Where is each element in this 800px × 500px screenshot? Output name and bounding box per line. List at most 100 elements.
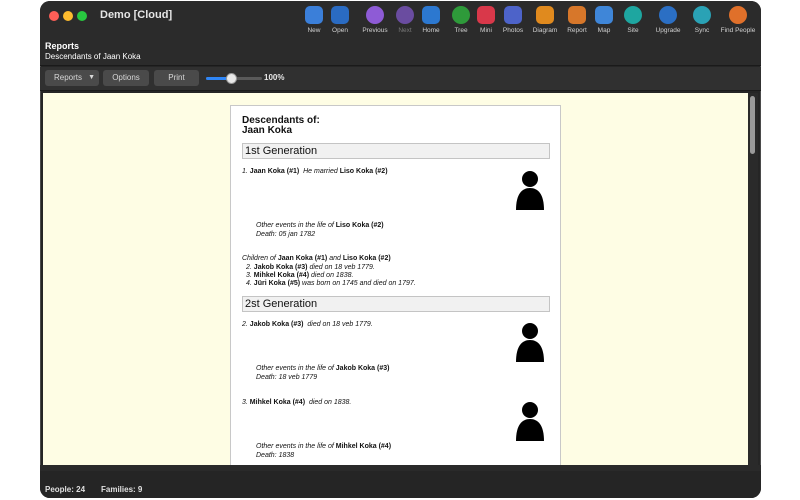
toolbar-upgrade-button[interactable]: Upgrade bbox=[650, 6, 686, 40]
person-link[interactable]: Jakob Koka (#3) bbox=[336, 365, 390, 372]
generation-header-1: 1st Generation bbox=[242, 143, 550, 159]
person-silhouette-icon bbox=[516, 323, 544, 362]
children-prefix: Children of bbox=[242, 255, 276, 262]
new-document-icon bbox=[305, 6, 323, 24]
report-view: Descendants of: Jaan Koka 1st Generation… bbox=[43, 93, 748, 465]
toolbar-upgrade-label: Upgrade bbox=[655, 27, 681, 34]
toolbar-diagram-button[interactable]: Diagram bbox=[527, 6, 563, 40]
print-button[interactable]: Print bbox=[154, 70, 199, 86]
person-link[interactable]: Mihkel Koka (#4) bbox=[250, 399, 305, 406]
child-text: died on 1838. bbox=[311, 272, 354, 279]
person-link[interactable]: Jaan Koka (#1) bbox=[250, 168, 299, 175]
generation-header-2: 2st Generation bbox=[242, 296, 550, 312]
vertical-scrollbar[interactable] bbox=[748, 93, 758, 465]
entry-text: died on 18 veb 1779. bbox=[307, 321, 373, 328]
breadcrumb-report-name: Descendants of Jaan Koka bbox=[45, 52, 141, 61]
toolbar-open-label: Open bbox=[332, 27, 348, 34]
person-link[interactable]: Jakob Koka (#3) bbox=[250, 321, 304, 328]
next-icon bbox=[396, 6, 414, 24]
diagram-icon bbox=[536, 6, 554, 24]
child-text: died on 18 veb 1779. bbox=[309, 264, 375, 271]
sync-icon bbox=[693, 6, 711, 24]
toolbar-find-people-label: Find People bbox=[720, 27, 756, 34]
folder-icon bbox=[331, 6, 349, 24]
person-link[interactable]: Liso Koka (#2) bbox=[343, 255, 391, 262]
reports-dropdown[interactable]: Reports ▼ bbox=[45, 70, 99, 86]
reports-dropdown-label: Reports bbox=[54, 73, 83, 82]
toolbar-photos-label: Photos bbox=[502, 27, 524, 34]
entry-text: died on 1838. bbox=[308, 399, 352, 406]
options-button[interactable]: Options bbox=[103, 70, 149, 86]
toolbar-site-button[interactable]: Site bbox=[615, 6, 651, 40]
child-number: 3. bbox=[246, 272, 252, 279]
person-link[interactable]: Jüri Koka (#5) bbox=[254, 280, 300, 287]
child-text: was born on 1745 and died on 1797. bbox=[302, 280, 416, 287]
find-people-icon bbox=[729, 6, 747, 24]
child-line: 3. Mihkel Koka (#4) died on 1838. bbox=[246, 272, 353, 279]
photos-icon bbox=[504, 6, 522, 24]
app-window: Demo [Cloud] Reports Descendants of Jaan… bbox=[40, 1, 761, 498]
entry-jakob-koka: 2. Jakob Koka (#3) died on 18 veb 1779. bbox=[242, 321, 373, 328]
children-and: and bbox=[329, 255, 341, 262]
globe-icon bbox=[624, 6, 642, 24]
status-bar: People: 24 Families: 9 bbox=[40, 471, 761, 498]
death-line: Death: 18 veb 1779 bbox=[256, 374, 318, 381]
close-window-button[interactable] bbox=[49, 11, 59, 21]
toolbar-sync-button[interactable]: Sync bbox=[684, 6, 720, 40]
chevron-down-icon: ▼ bbox=[88, 74, 95, 81]
events-line: Other events in the life of Jakob Koka (… bbox=[256, 365, 389, 372]
entry-mihkel-koka: 3. Mihkel Koka (#4) died on 1838. bbox=[242, 399, 351, 406]
home-icon bbox=[422, 6, 440, 24]
people-count: People: 24 bbox=[45, 485, 86, 494]
events-line: Other events in the life of Liso Koka (#… bbox=[256, 222, 384, 229]
toolbar-diagram-label: Diagram bbox=[532, 27, 558, 34]
toolbar-sync-label: Sync bbox=[694, 27, 710, 34]
child-line: 2. Jakob Koka (#3) died on 18 veb 1779. bbox=[246, 264, 375, 271]
person-link[interactable]: Liso Koka (#2) bbox=[336, 222, 384, 229]
minimize-window-button[interactable] bbox=[63, 11, 73, 21]
report-icon bbox=[568, 6, 586, 24]
entry-number: 1. bbox=[242, 168, 248, 175]
entry-jaan-koka: 1. Jaan Koka (#1) He married Liso Koka (… bbox=[242, 168, 388, 175]
child-line: 4. Jüri Koka (#5) was born on 1745 and d… bbox=[246, 280, 416, 287]
report-toolbar: Reports ▼ Options Print 100% bbox=[40, 67, 761, 91]
toolbar-site-label: Site bbox=[627, 27, 639, 34]
toolbar-find-people-button[interactable]: Find People bbox=[718, 6, 758, 40]
children-line: Children of Jaan Koka (#1) and Liso Koka… bbox=[242, 255, 391, 262]
entry-text: He married bbox=[303, 168, 338, 175]
person-silhouette-icon bbox=[516, 171, 544, 210]
tag-icon bbox=[477, 6, 495, 24]
person-link[interactable]: Jaan Koka (#1) bbox=[278, 255, 327, 262]
scrollbar-thumb[interactable] bbox=[750, 96, 755, 154]
entry-number: 2. bbox=[242, 321, 248, 328]
document-title: Descendants of: Jaan Koka bbox=[242, 116, 320, 136]
breadcrumb-section: Reports bbox=[45, 41, 80, 51]
previous-icon bbox=[366, 6, 384, 24]
maximize-window-button[interactable] bbox=[77, 11, 87, 21]
child-number: 2. bbox=[246, 264, 252, 271]
events-prefix: Other events in the life of bbox=[256, 443, 334, 450]
events-prefix: Other events in the life of bbox=[256, 222, 334, 229]
report-page: Descendants of: Jaan Koka 1st Generation… bbox=[230, 105, 561, 465]
events-line: Other events in the life of Mihkel Koka … bbox=[256, 443, 391, 450]
person-link[interactable]: Jakob Koka (#3) bbox=[254, 264, 308, 271]
zoom-level: 100% bbox=[264, 73, 285, 82]
death-line: Death: 1838 bbox=[256, 452, 295, 459]
child-number: 4. bbox=[246, 280, 252, 287]
zoom-slider[interactable] bbox=[206, 73, 262, 84]
death-line: Death: 05 jan 1782 bbox=[256, 231, 316, 238]
zoom-slider-knob[interactable] bbox=[226, 73, 238, 84]
map-icon bbox=[595, 6, 613, 24]
titlebar: Demo [Cloud] Reports Descendants of Jaan… bbox=[40, 1, 761, 66]
toolbar-photos-button[interactable]: Photos bbox=[495, 6, 531, 40]
entry-number: 3. bbox=[242, 399, 248, 406]
person-link[interactable]: Mihkel Koka (#4) bbox=[336, 443, 391, 450]
document-title-line2: Jaan Koka bbox=[242, 125, 293, 136]
spouse-link[interactable]: Liso Koka (#2) bbox=[340, 168, 388, 175]
families-count: Families: 9 bbox=[101, 485, 143, 494]
window-title: Demo [Cloud] bbox=[100, 9, 173, 21]
toolbar-open-button[interactable]: Open bbox=[322, 6, 358, 40]
person-link[interactable]: Mihkel Koka (#4) bbox=[254, 272, 309, 279]
events-prefix: Other events in the life of bbox=[256, 365, 334, 372]
upgrade-icon bbox=[659, 6, 677, 24]
